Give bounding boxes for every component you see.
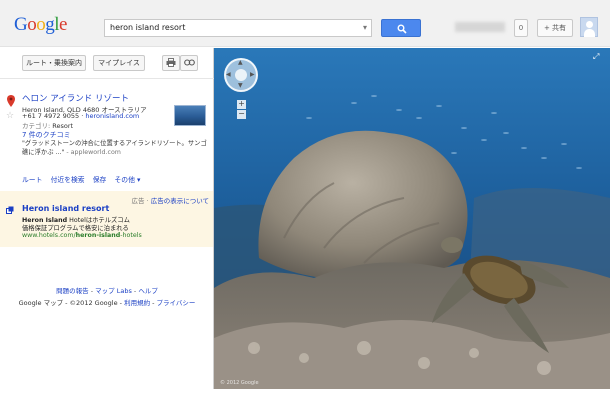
results-panel: ルート・乗換案内 マイプレイス ☆ ヘロン アイランド リゾート Heron I… [0, 48, 214, 389]
action-save-link[interactable]: 保存 [93, 176, 107, 184]
ad-label: 広告 · [131, 197, 151, 205]
google-logo[interactable]: Google [14, 14, 67, 36]
place-website-link[interactable]: heronisland.com [85, 112, 139, 120]
help-link[interactable]: ヘルプ [138, 287, 158, 295]
terms-link[interactable]: 利用規約 [124, 299, 150, 307]
action-search-nearby-link[interactable]: 付近を検索 [51, 176, 85, 184]
copyright-text: Google マップ - ©2012 Google - [18, 299, 125, 307]
search-query-text: heron island resort [110, 23, 186, 32]
pan-center [235, 69, 247, 81]
pan-down-icon[interactable]: ▼ [238, 82, 243, 89]
ad-info-link[interactable]: 広告の表示について [151, 197, 209, 205]
user-name-blurred[interactable] [455, 22, 505, 32]
ad-link-icon [6, 206, 14, 214]
category-label: カテゴリ: [22, 122, 51, 130]
privacy-link[interactable]: プライバシー [157, 299, 196, 307]
search-button[interactable] [381, 19, 421, 37]
footer-links: 問題の報告 - マップ Labs - ヘルプ [0, 285, 214, 295]
zoom-out-button[interactable]: − [237, 110, 246, 119]
place-title[interactable]: ヘロン アイランド リゾート [22, 92, 129, 104]
reviews-link[interactable]: 7 件のクチコミ [22, 130, 71, 140]
print-icon [166, 58, 176, 67]
map-marker-icon[interactable] [7, 95, 15, 107]
street-view-panorama[interactable]: ▲ ▼ ◀ ▶ + − ⤢ © 2012 Google [214, 48, 610, 389]
directions-button[interactable]: ルート・乗換案内 [22, 55, 86, 71]
ad-url-prefix: www.hotels.com/ [22, 232, 76, 239]
place-actions: ルート 付近を検索 保存 その他 ▾ [22, 174, 146, 184]
maps-labs-link[interactable]: マップ Labs [95, 287, 132, 295]
review-snippet: "グラッドストーンの沖合に位置するアイランドリゾート。サンゴ礁に浮かぶ ..."… [22, 140, 210, 157]
user-avatar-icon[interactable] [580, 17, 598, 37]
pan-left-icon[interactable]: ◀ [226, 71, 231, 78]
ad-description-2: 価格保証プログラムで格安に泊まれる [22, 225, 129, 232]
search-icon [397, 24, 407, 34]
print-button[interactable] [162, 55, 180, 71]
ad-url-link[interactable]: www.hotels.com/heron-island-hotels [22, 232, 142, 239]
zoom-in-button[interactable]: + [237, 100, 246, 109]
ad-url-suffix: -hotels [120, 232, 142, 239]
sponsored-result: 広告 · 広告の表示について Heron island resort Heron… [0, 191, 213, 247]
chevron-down-icon[interactable]: ▾ [363, 23, 367, 32]
action-route-link[interactable]: ルート [22, 176, 42, 184]
underwater-coral-scene [214, 48, 610, 389]
link-icon [183, 59, 195, 66]
share-button[interactable]: + 共有 [537, 19, 573, 37]
footer-copyright: Google マップ - ©2012 Google - 利用規約 - プライバシ… [0, 297, 214, 307]
ad-title-link[interactable]: Heron island resort [22, 204, 109, 213]
top-bar: Google heron island resort ▾ 0 + 共有 [0, 0, 610, 47]
action-more-link[interactable]: その他 ▾ [114, 176, 140, 184]
category-value: Resort [52, 122, 74, 130]
divider [0, 78, 214, 79]
report-problem-link[interactable]: 問題の報告 [56, 287, 89, 295]
search-input[interactable]: heron island resort ▾ [104, 19, 372, 37]
expand-icon[interactable]: ⤢ [593, 52, 602, 61]
link-button[interactable] [180, 55, 198, 71]
street-view-copyright: © 2012 Google [220, 380, 259, 386]
place-phone: +61 7 4972 9055 [22, 112, 80, 120]
my-places-button[interactable]: マイプレイス [93, 55, 145, 71]
pan-up-icon[interactable]: ▲ [238, 59, 243, 66]
place-thumbnail[interactable] [174, 105, 206, 126]
ad-url-bold: heron-island [75, 232, 121, 239]
place-category: カテゴリ: Resort [22, 120, 73, 130]
place-contact: +61 7 4972 9055 · heronisland.com [22, 112, 139, 120]
star-icon[interactable]: ☆ [6, 111, 14, 121]
ad-header: 広告 · 広告の表示について [131, 195, 209, 205]
pan-control[interactable]: ▲ ▼ ◀ ▶ [224, 58, 258, 92]
pan-right-icon[interactable]: ▶ [250, 71, 255, 78]
notifications-count[interactable]: 0 [514, 19, 528, 37]
snippet-source: - appleworld.com [64, 148, 121, 156]
